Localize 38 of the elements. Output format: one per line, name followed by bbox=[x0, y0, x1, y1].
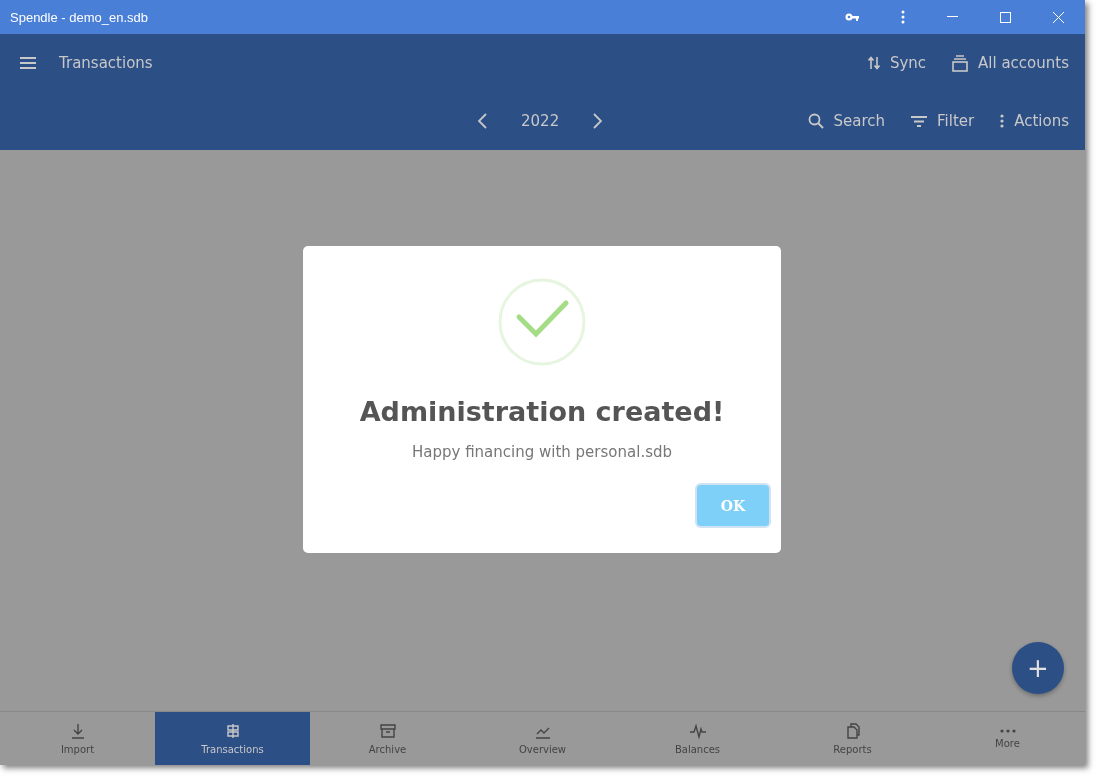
more-icon bbox=[999, 728, 1016, 733]
filter-button[interactable]: Filter bbox=[911, 112, 975, 130]
more-button[interactable]: Actions bbox=[1000, 112, 1069, 130]
more-icon[interactable] bbox=[901, 10, 905, 24]
chevron-right-icon[interactable] bbox=[593, 113, 603, 129]
dialog-message: Happy financing with personal.sdb bbox=[412, 443, 672, 461]
more-icon bbox=[1000, 114, 1005, 128]
nav-tab[interactable]: Import bbox=[0, 712, 155, 765]
page-title: Transactions bbox=[59, 54, 153, 72]
nav-tab[interactable]: Transactions bbox=[155, 712, 310, 765]
archive-icon bbox=[379, 722, 396, 739]
reports-icon bbox=[844, 722, 861, 739]
checkmark-icon bbox=[498, 278, 586, 366]
add-button[interactable]: + bbox=[1012, 642, 1064, 694]
search-button[interactable]: Search bbox=[807, 112, 886, 130]
chevron-left-icon[interactable] bbox=[478, 113, 487, 129]
import-icon bbox=[69, 722, 86, 739]
nav-tab[interactable]: More bbox=[930, 712, 1085, 765]
nav-tab[interactable]: Overview bbox=[465, 712, 620, 765]
filter-icon bbox=[911, 115, 928, 127]
search-icon bbox=[807, 113, 824, 129]
key-icon[interactable] bbox=[845, 12, 859, 22]
menu-icon[interactable] bbox=[20, 57, 36, 69]
close-icon[interactable] bbox=[1053, 11, 1064, 23]
sync-icon bbox=[867, 56, 880, 70]
minimize-icon[interactable] bbox=[947, 16, 958, 18]
nav-tab[interactable]: Archive bbox=[310, 712, 465, 765]
sync-button[interactable]: Sync bbox=[867, 54, 927, 72]
window-title: Spendle - demo_en.sdb bbox=[10, 9, 149, 25]
nav-tab[interactable]: Reports bbox=[775, 712, 930, 765]
maximize-icon[interactable] bbox=[1000, 11, 1011, 23]
period-label: 2022 bbox=[521, 112, 560, 130]
transactions-icon bbox=[224, 722, 241, 739]
balances-icon bbox=[689, 722, 706, 739]
stack-icon bbox=[952, 54, 969, 72]
accounts-button[interactable]: All accounts bbox=[952, 54, 1069, 72]
nav-tab[interactable]: Balances bbox=[620, 712, 775, 765]
dialog-title: Administration created! bbox=[359, 396, 725, 427]
